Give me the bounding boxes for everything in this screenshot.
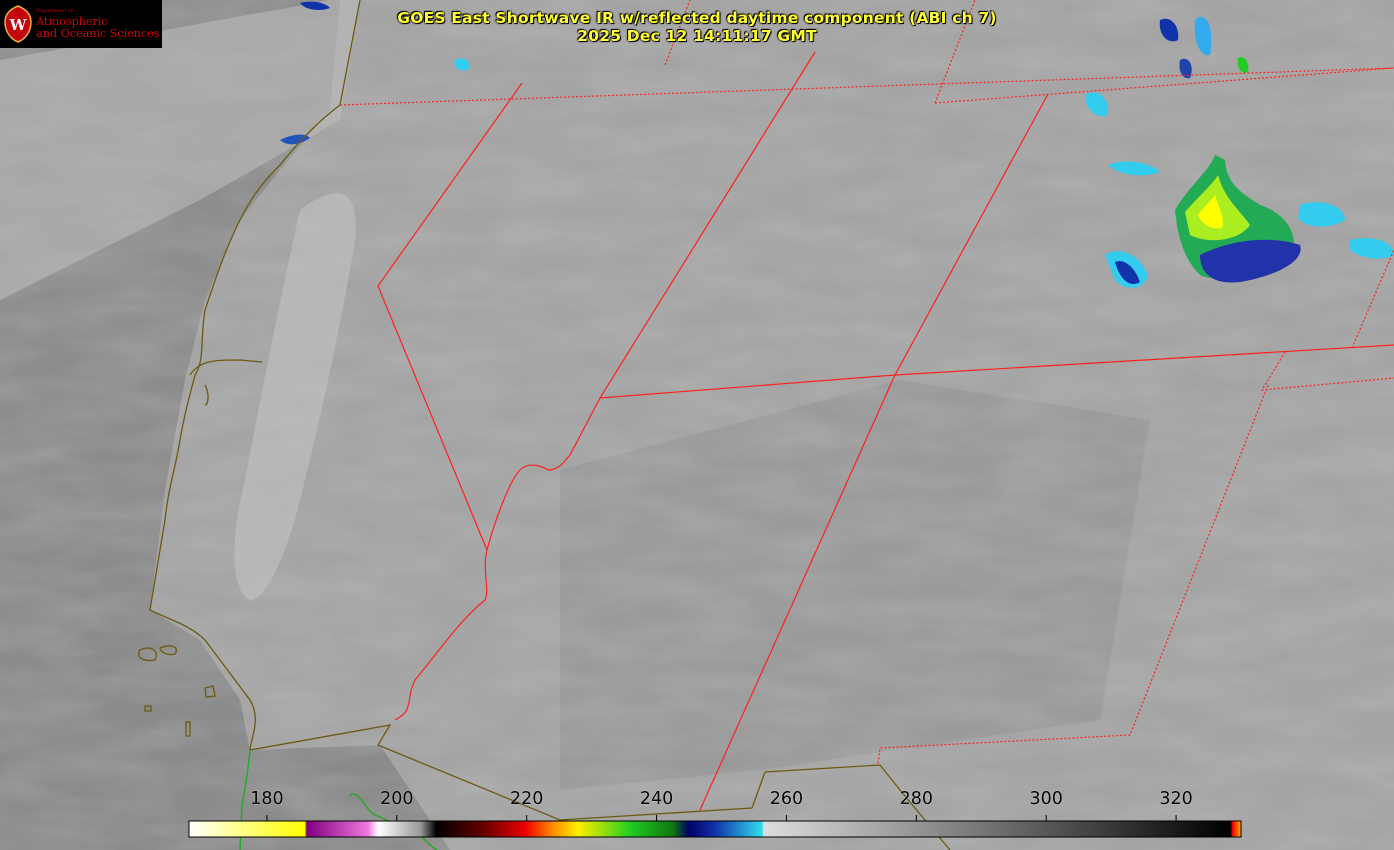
- colorbar-tick-label: 300: [1029, 789, 1063, 809]
- colorbar-tick-label: 240: [639, 789, 674, 809]
- colorbar-tick-label: 200: [380, 789, 414, 809]
- colorbar: [188, 820, 1242, 838]
- colorbar-tick-label: 320: [1159, 789, 1193, 809]
- colorbar-tick-label: 260: [769, 789, 804, 809]
- satellite-map: [0, 0, 1394, 850]
- colorbar-tick-label: 220: [509, 789, 544, 809]
- map-title: GOES East Shortwave IR w/reflected dayti…: [397, 9, 997, 27]
- colorbar-tick-label: 280: [899, 789, 933, 809]
- map-timestamp: 2025 Dec 12 14:11:17 GMT: [577, 27, 817, 45]
- colorbar-tick-label: 180: [250, 789, 284, 809]
